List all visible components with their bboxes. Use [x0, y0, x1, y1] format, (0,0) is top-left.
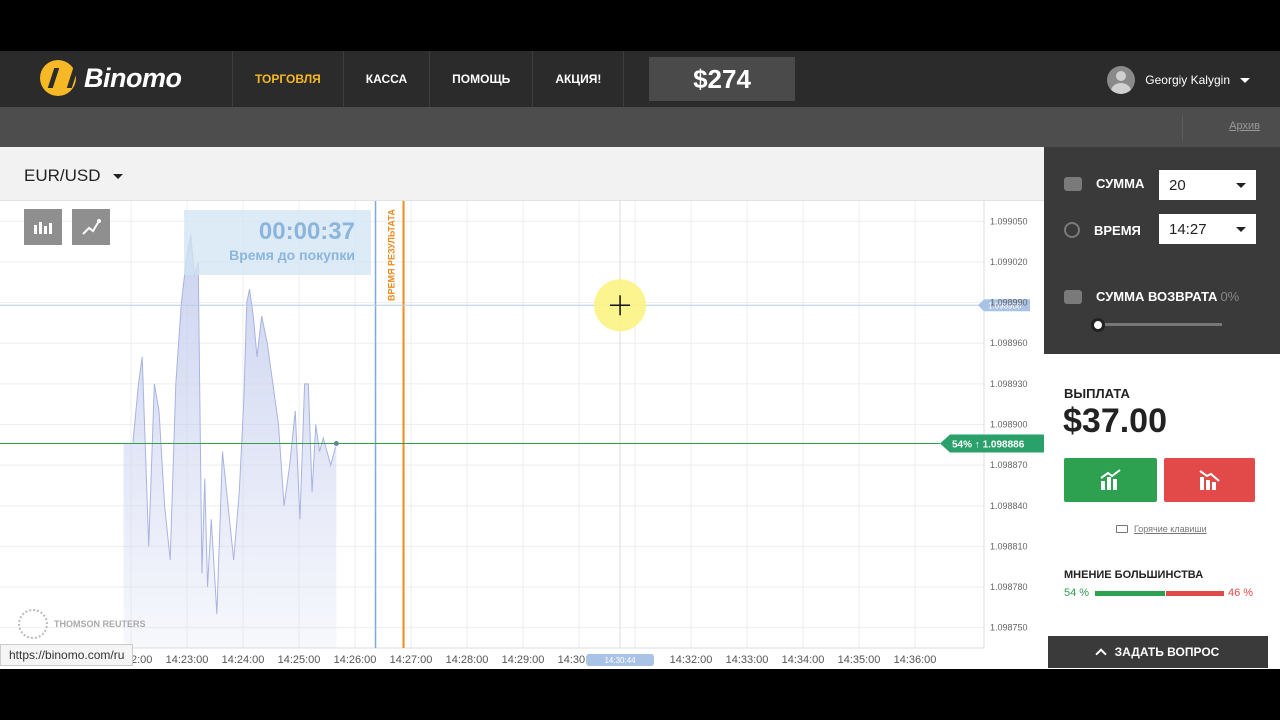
alarm-clock-icon: [1064, 222, 1080, 238]
y-tick-label: 1.098840: [990, 501, 1028, 511]
y-tick-label: 1.098960: [990, 338, 1028, 348]
price-chart[interactable]: ВРЕМЯ РЕЗУЛЬТАТА54% ↑ 1.0988861.0989881.…: [0, 201, 1044, 669]
x-tick-label: 14:33:00: [726, 654, 769, 666]
nav-promo[interactable]: АКЦИЯ!: [532, 51, 625, 107]
nav-cashier[interactable]: КАССА: [342, 51, 429, 107]
balance-display[interactable]: $274: [649, 57, 795, 101]
amount-row: СУММА: [1064, 176, 1144, 191]
y-tick-label: 1.098930: [990, 379, 1028, 389]
asset-selector[interactable]: EUR/USD: [24, 166, 123, 186]
payout-label: ВЫПЛАТА: [1064, 386, 1130, 401]
call-up-button[interactable]: [1064, 458, 1157, 502]
payout-value: $37.00: [1063, 402, 1167, 440]
chart-down-icon: [1198, 470, 1220, 490]
x-tick-label: 14:24:00: [222, 654, 265, 666]
majority-up-bar: [1095, 591, 1165, 596]
chevron-up-icon: [1094, 648, 1107, 660]
time-value: 14:27: [1169, 220, 1207, 238]
hotkeys-label: Горячие клавиши: [1134, 524, 1207, 534]
x-tick-label: 14:27:00: [390, 654, 433, 666]
return-slider-handle[interactable]: [1091, 318, 1105, 332]
majority-up-percent: 54 %: [1064, 587, 1090, 599]
y-tick-label: 1.099050: [990, 216, 1028, 226]
majority-down-bar: [1166, 591, 1224, 596]
ask-question-button[interactable]: ЗАДАТЬ ВОПРОС: [1048, 636, 1268, 668]
return-slider[interactable]: [1098, 323, 1222, 326]
x-tick-label: 14:28:00: [446, 654, 489, 666]
nav-help[interactable]: ПОМОЩЬ: [429, 51, 532, 107]
hover-time-label: 14:30:44: [604, 656, 636, 665]
majority-down-percent: 46 %: [1228, 587, 1254, 599]
time-row: ВРЕМЯ: [1064, 222, 1141, 238]
sub-toolbar: Архив: [0, 107, 1280, 147]
put-down-button[interactable]: [1164, 458, 1255, 502]
main-nav: ТОРГОВЛЯ КАССА ПОМОЩЬ АКЦИЯ!: [232, 51, 625, 107]
x-tick-label: 14:25:00: [278, 654, 321, 666]
chevron-down-icon: [112, 173, 123, 179]
top-navbar: Binomo ТОРГОВЛЯ КАССА ПОМОЩЬ АКЦИЯ! $274…: [0, 51, 1280, 107]
return-label: СУММА ВОЗВРАТА: [1096, 289, 1218, 304]
chevron-down-icon: [1236, 182, 1246, 188]
asset-bar: EUR/USD: [0, 147, 1044, 201]
user-menu[interactable]: Georgiy Kalygin: [1107, 66, 1250, 94]
divider: [1182, 115, 1183, 141]
current-price-label: 54% ↑ 1.098886: [952, 439, 1025, 450]
x-tick-label: 14:26:00: [334, 654, 377, 666]
refund-icon: [1064, 289, 1082, 304]
user-name: Georgiy Kalygin: [1145, 73, 1230, 87]
purchase-timer: 00:00:37 Время до покупки: [184, 210, 371, 275]
chart-up-icon: [1099, 469, 1121, 490]
y-tick-label: 1.098750: [990, 623, 1028, 633]
logo-text: Binomo: [84, 62, 182, 93]
screen: Binomo ТОРГОВЛЯ КАССА ПОМОЩЬ АКЦИЯ! $274…: [0, 0, 1280, 720]
x-tick-label: 14:34:00: [782, 654, 825, 666]
timer-label: Время до покупки: [229, 247, 355, 263]
binomo-logo-icon: [40, 60, 76, 96]
ask-question-label: ЗАДАТЬ ВОПРОС: [1114, 645, 1220, 659]
y-tick-label: 1.098900: [990, 420, 1028, 430]
y-tick-label: 1.098780: [990, 582, 1028, 592]
x-tick-label: 14:32:00: [670, 654, 713, 666]
thomson-reuters-logo-icon: [18, 609, 48, 639]
result-time-label: ВРЕМЯ РЕЗУЛЬТАТА: [387, 209, 397, 301]
timer-value: 00:00:37: [258, 218, 355, 245]
status-bar-url: https://binomo.com/ru: [0, 644, 134, 666]
y-tick-label: 1.099020: [990, 257, 1028, 267]
chart-panel: EUR/USD ВРЕМЯ РЕЗУЛЬТАТА 54% ↑ 1.098886 1.…: [0, 147, 1044, 669]
indicators-icon: [82, 219, 101, 235]
bar-chart-icon: [34, 222, 52, 234]
indicators-button[interactable]: [72, 209, 110, 245]
coins-icon: [1064, 176, 1082, 191]
avatar: [1107, 66, 1136, 94]
y-tick-label: 1.098810: [990, 541, 1028, 551]
chevron-down-icon: [1240, 77, 1250, 83]
x-tick-label: 14:29:00: [502, 654, 545, 666]
return-percent: 0%: [1220, 289, 1240, 304]
amount-value: 20: [1169, 176, 1186, 194]
chart-type-button[interactable]: [24, 209, 62, 245]
x-tick-label: 14:23:00: [166, 654, 209, 666]
asset-name: EUR/USD: [24, 166, 101, 185]
return-row: СУММА ВОЗВРАТА 0%: [1064, 289, 1239, 304]
time-label: ВРЕМЯ: [1094, 222, 1141, 238]
chevron-down-icon: [1236, 226, 1246, 232]
time-select[interactable]: 14:27: [1159, 214, 1256, 244]
y-tick-label: 1.098870: [990, 460, 1028, 470]
archive-link[interactable]: Архив: [1229, 120, 1260, 132]
nav-trading[interactable]: ТОРГОВЛЯ: [232, 51, 343, 107]
x-tick-label: 14:35:00: [838, 654, 881, 666]
logo[interactable]: Binomo: [40, 60, 182, 96]
hotkeys-link[interactable]: Горячие клавиши: [1116, 524, 1207, 534]
amount-select[interactable]: 20: [1159, 170, 1256, 200]
x-tick-label: 14:36:00: [894, 654, 937, 666]
majority-opinion-label: МНЕНИЕ БОЛЬШИНСТВА: [1064, 569, 1204, 581]
provider-name: THOMSON REUTERS: [54, 619, 146, 629]
amount-label: СУММА: [1096, 176, 1145, 191]
data-provider: THOMSON REUTERS: [18, 609, 146, 639]
price-area: [123, 234, 337, 648]
keyboard-icon: [1116, 525, 1128, 533]
y-tick-label: 1.098990: [990, 298, 1028, 308]
